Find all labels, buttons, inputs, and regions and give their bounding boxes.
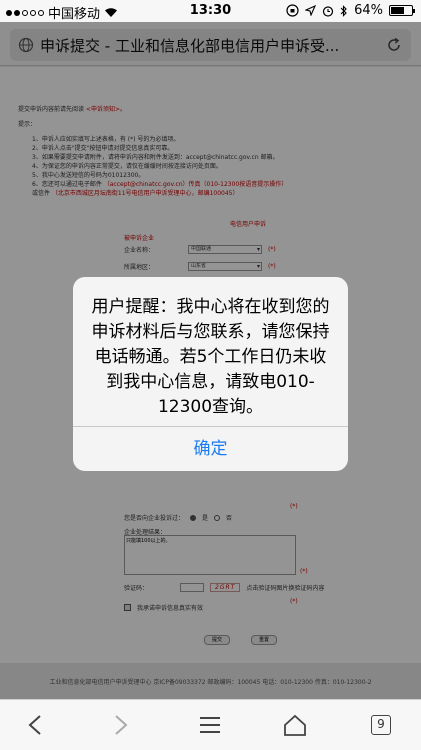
alert-message: 用户提醒：我中心将在收到您的申诉材料后与您联系，请您保持电话畅通。若5个工作日仍… bbox=[91, 297, 330, 417]
location-icon bbox=[305, 5, 317, 16]
tabs-count: 9 bbox=[371, 715, 391, 735]
forward-arrow-icon bbox=[115, 715, 128, 735]
back-arrow-icon bbox=[28, 715, 41, 735]
status-right: 64% bbox=[286, 3, 415, 18]
tabs-button[interactable]: 9 bbox=[366, 710, 396, 740]
rotation-lock-icon bbox=[286, 4, 299, 17]
menu-button[interactable] bbox=[195, 710, 225, 740]
alarm-icon bbox=[322, 5, 334, 17]
screen: 中国移动 13:30 64% 申诉提交 - 工业和信息化部电信用户申诉受... … bbox=[0, 0, 421, 750]
menu-icon bbox=[200, 717, 220, 733]
alert-ok-button[interactable]: 确定 bbox=[73, 427, 348, 471]
status-bar: 中国移动 13:30 64% bbox=[0, 0, 421, 22]
home-button[interactable] bbox=[280, 710, 310, 740]
battery-icon bbox=[389, 5, 415, 16]
browser-toolbar: 9 bbox=[0, 699, 421, 750]
forward-button[interactable] bbox=[106, 710, 136, 740]
battery-fill bbox=[391, 7, 404, 14]
back-button[interactable] bbox=[20, 710, 50, 740]
alert-dialog: 用户提醒：我中心将在收到您的申诉材料后与您联系，请您保持电话畅通。若5个工作日仍… bbox=[73, 277, 348, 471]
home-icon bbox=[284, 714, 306, 736]
bluetooth-icon bbox=[340, 4, 347, 17]
battery-percent: 64% bbox=[354, 3, 383, 18]
